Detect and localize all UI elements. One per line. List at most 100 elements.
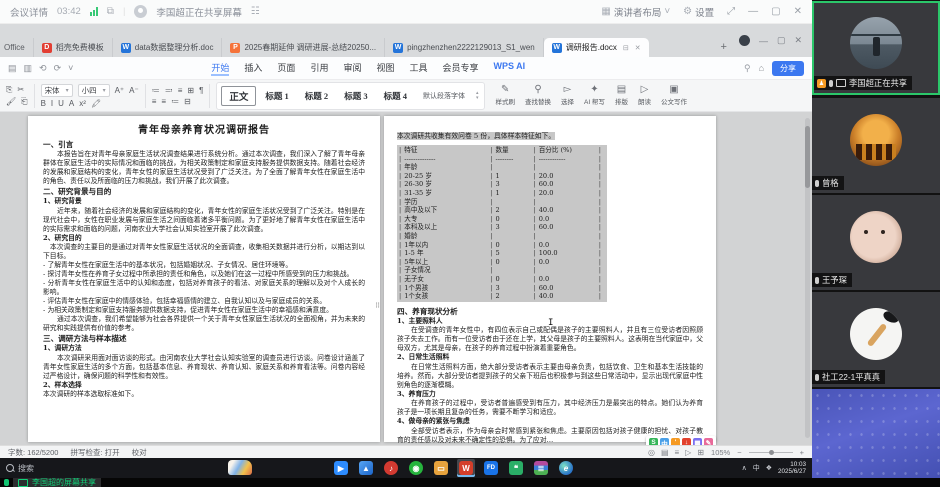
style-preset[interactable]: 标题 3 <box>337 88 374 104</box>
zoom-out-button[interactable]: − <box>737 448 741 457</box>
view-mode-icon[interactable]: ▤ <box>661 448 669 457</box>
font-format-icon[interactable]: x² <box>79 99 86 108</box>
proofread-status[interactable]: 校对 <box>132 447 147 458</box>
input-method-icon[interactable]: ▦ <box>693 438 702 445</box>
share-document-button[interactable]: 分享 <box>772 61 804 76</box>
paragraph-format-icon[interactable]: ⊞ <box>187 86 194 95</box>
taskbar-app-icon[interactable]: ▲ <box>357 459 375 477</box>
font-format-icon[interactable]: B <box>41 99 46 108</box>
align-left-icon[interactable]: ≡ <box>152 97 157 106</box>
view-mode-icon[interactable]: ≡ <box>675 448 680 457</box>
document-page-left[interactable]: 青年母亲养育状况调研报告一、引言本报告旨在对青年母亲家庭生活状况调查结果进行系统… <box>28 116 380 442</box>
ribbon-menu-tab[interactable]: 引用 <box>310 61 328 76</box>
font-size-select[interactable]: 小四▾ <box>78 84 110 97</box>
tab-close-icon[interactable]: ✕ <box>635 44 641 52</box>
taskbar-app-icon[interactable]: ❝ <box>507 459 525 477</box>
ribbon-menu-tab[interactable]: 会员专享 <box>443 61 479 76</box>
ribbon-tool-button[interactable]: ✎ 样式刷 <box>495 85 515 106</box>
wps-document-tab[interactable]: W 调研报告.docx ⊟ ✕ <box>544 38 649 57</box>
ribbon-menu-tab[interactable]: 开始 <box>211 61 229 76</box>
view-mode-icon[interactable]: ⊞ <box>697 448 704 457</box>
ribbon-menu-tab[interactable]: 页面 <box>277 61 295 76</box>
spellcheck-status[interactable]: 拼写检查: 打开 <box>70 447 119 458</box>
ribbon-tool-button[interactable]: ✦ AI 帮写 <box>584 85 605 106</box>
popout-icon[interactable]: ⧉ <box>107 6 114 17</box>
font-format-icon[interactable]: U <box>58 99 64 108</box>
document-page-right[interactable]: ⠿ 本次调研共收集有效问卷 5 份，具体样本特征如下。 |特征 |数量 |百分比… <box>384 116 716 442</box>
line-spacing-icon[interactable]: ≔ <box>171 97 179 106</box>
ribbon-menu-tab[interactable]: 插入 <box>244 61 262 76</box>
participant-video-live[interactable] <box>812 389 940 478</box>
ribbon-tool-button[interactable]: ▣ 公文写作 <box>661 85 687 106</box>
quick-access-icon[interactable]: ▤ <box>8 63 17 74</box>
participant-tile[interactable]: 王予琛 <box>812 195 940 290</box>
taskbar-search[interactable]: 搜索 <box>6 463 34 474</box>
taskbar-app-icon[interactable]: ≣ <box>532 459 550 477</box>
scrollbar-thumb[interactable] <box>805 126 810 188</box>
input-language-indicator[interactable]: 中 <box>753 463 760 473</box>
sogou-input-toolbar[interactable]: S中'↓▦✎ <box>646 436 716 445</box>
format-painter-icon[interactable]: 🖌 <box>6 97 16 106</box>
paragraph-format-icon[interactable]: ¶ <box>199 86 203 95</box>
style-preset[interactable]: 正文 <box>221 86 256 106</box>
wps-account-avatar[interactable] <box>739 35 750 46</box>
input-method-icon[interactable]: ↓ <box>682 438 691 445</box>
ribbon-tool-button[interactable]: ▻ 选择 <box>561 85 574 106</box>
tab-pin-icon[interactable]: ⊟ <box>623 44 629 52</box>
quick-access-icon[interactable]: ⟳ <box>54 63 62 74</box>
fullscreen-button[interactable]: ⤢ <box>727 6 735 17</box>
wps-document-tab[interactable]: D 稻壳免费模板 <box>34 38 113 57</box>
style-gallery-scroll[interactable]: ▴▾ <box>474 91 481 101</box>
view-mode-icon[interactable]: ◎ <box>648 448 655 457</box>
participant-tile[interactable]: ♟ 李国超正在共享 <box>812 1 940 95</box>
new-tab-button[interactable]: + <box>715 38 733 57</box>
wps-document-tab[interactable]: W pingzhenzhen2222129013_S1_wen <box>385 38 544 57</box>
shrink-font-icon[interactable]: A⁻ <box>129 86 139 95</box>
meeting-detail-button[interactable]: 会议详情 <box>10 5 48 19</box>
align-center-icon[interactable]: ≡ <box>161 97 166 106</box>
shading-icon[interactable]: ⊟ <box>184 97 191 106</box>
paragraph-format-icon[interactable]: ≡ <box>178 86 183 95</box>
quick-access-icon[interactable]: ⟲ <box>39 63 47 74</box>
network-icon[interactable]: ❖ <box>766 464 772 472</box>
taskbar-app-icon[interactable]: ♪ <box>382 459 400 477</box>
ribbon-tool-button[interactable]: ▷ 朗读 <box>638 85 651 106</box>
ribbon-menu-tab[interactable]: 审阅 <box>343 61 361 76</box>
style-preset[interactable]: 默认段落字体 <box>416 89 472 103</box>
tray-clock[interactable]: 10:03 2025/6/27 <box>778 461 806 475</box>
participant-tile[interactable]: 曾格 <box>812 98 940 193</box>
wps-document-tab[interactable]: Office <box>4 38 34 57</box>
tray-expand-icon[interactable]: ∧ <box>742 464 747 472</box>
vertical-scrollbar[interactable] <box>805 118 810 438</box>
wps-restore-button[interactable]: ▢ <box>777 35 786 46</box>
paragraph-format-icon[interactable]: ≕ <box>165 86 173 95</box>
copy-icon[interactable]: ⎗ <box>21 97 27 107</box>
grow-font-icon[interactable]: A⁺ <box>115 86 125 95</box>
font-format-icon[interactable]: A <box>69 99 74 108</box>
zoom-in-button[interactable]: + <box>800 448 804 457</box>
taskbar-app-icon[interactable]: ▭ <box>432 459 450 477</box>
style-preset[interactable]: 标题 4 <box>377 88 414 104</box>
paragraph-format-icon[interactable]: ≔ <box>152 86 160 95</box>
desktop-widget-icon[interactable] <box>228 460 252 475</box>
mic-icon[interactable] <box>4 479 9 486</box>
taskbar-app-icon[interactable]: ◉ <box>407 459 425 477</box>
font-name-select[interactable]: 宋体▾ <box>41 84 73 97</box>
wps-document-tab[interactable]: P 2025春期延伸 调研进展-总结20250... <box>222 38 385 57</box>
style-preset[interactable]: 标题 1 <box>258 88 295 104</box>
taskbar-app-icon[interactable]: W <box>457 459 475 477</box>
paste-icon[interactable]: ⎘ <box>6 85 12 95</box>
quick-access-icon[interactable]: ˅ <box>68 63 73 74</box>
input-method-icon[interactable]: ✎ <box>704 438 713 445</box>
ribbon-menu-tab[interactable]: 工具 <box>409 61 427 76</box>
speaker-layout-button[interactable]: ▦ 演讲者布局 ˅ <box>601 5 670 19</box>
input-method-icon[interactable]: S <box>649 438 658 445</box>
cut-icon[interactable]: ✂ <box>17 85 24 94</box>
style-preset[interactable]: 标题 2 <box>298 88 335 104</box>
wps-close-button[interactable]: ✕ <box>794 35 802 46</box>
close-button[interactable]: ✕ <box>794 6 802 17</box>
input-method-icon[interactable]: ' <box>671 438 680 445</box>
home-icon[interactable]: ⌂ <box>759 63 764 73</box>
wps-document-tab[interactable]: W data数据整理分析.doc <box>113 38 223 57</box>
settings-button[interactable]: ⚙ 设置 <box>683 5 714 19</box>
